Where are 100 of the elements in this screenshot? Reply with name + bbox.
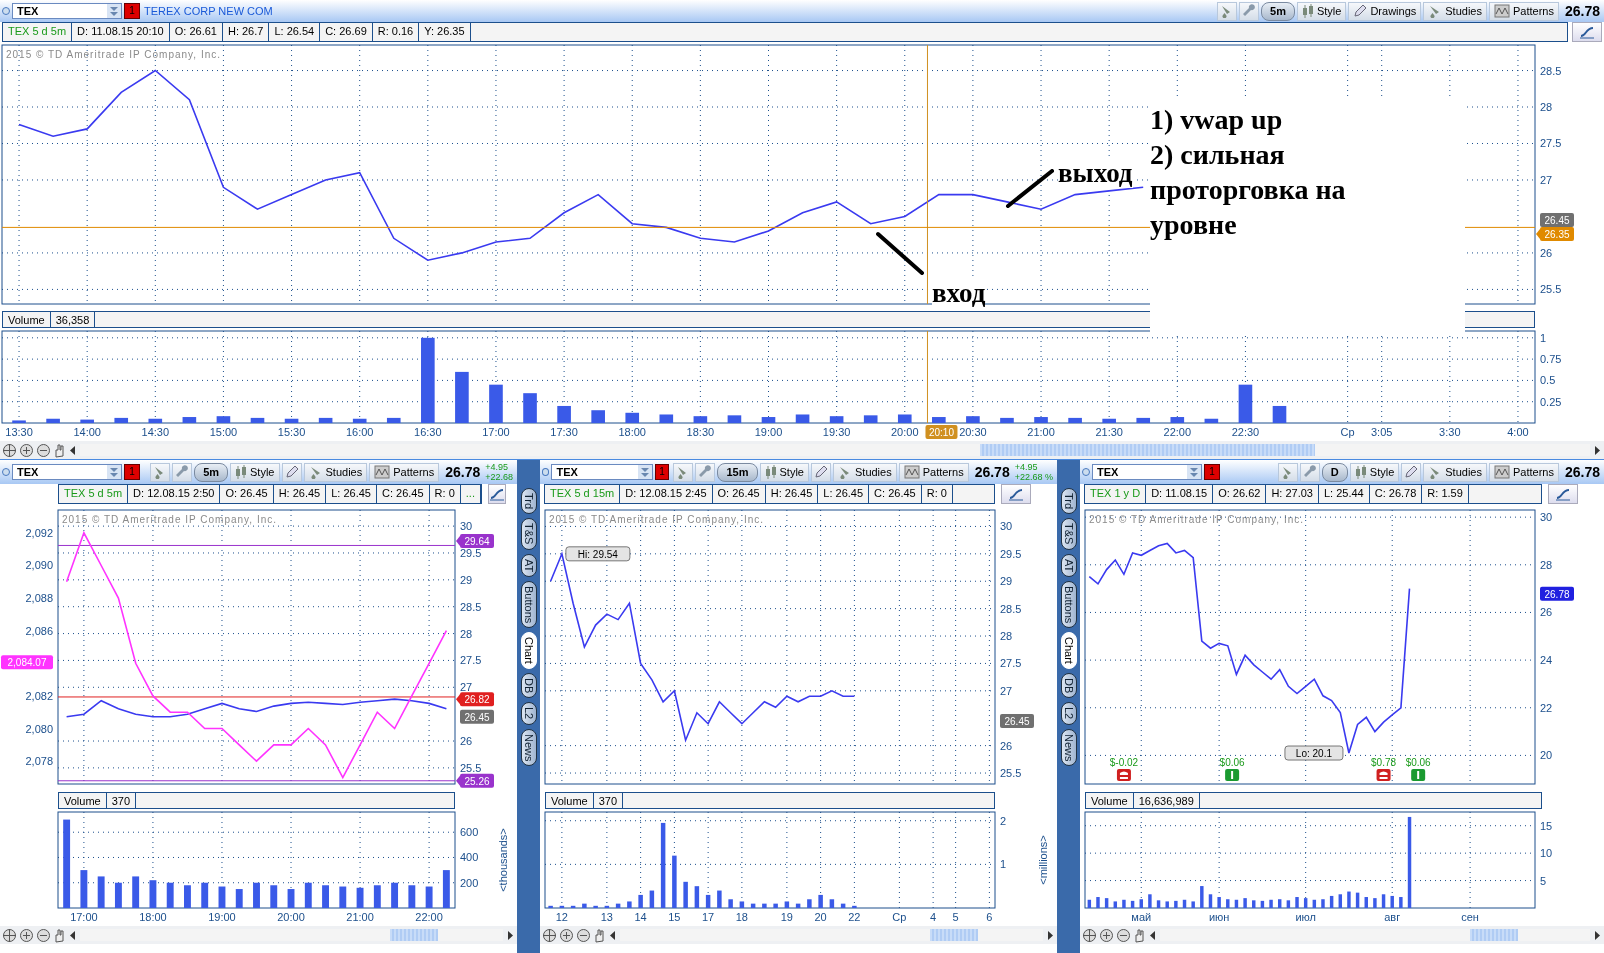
quote-field: Y: 26.35 [419, 22, 471, 42]
side-tab[interactable]: Chart [1060, 632, 1077, 669]
axis-label: 16:30 [414, 426, 442, 438]
axis-label: 0.5 [1540, 374, 1556, 387]
interval-button[interactable]: 15m [717, 462, 758, 482]
axis-label: 22 [848, 911, 861, 923]
axis-label: 13 [600, 911, 613, 923]
last-price: 26.78 [974, 464, 1010, 480]
style-button[interactable]: Style [1349, 462, 1400, 482]
symbol-field[interactable]: TEX [1092, 464, 1202, 480]
interval-button[interactable]: D [1321, 462, 1348, 482]
axis-label: 28 [460, 627, 473, 640]
volume-label: Volume [1085, 792, 1134, 809]
axis-label: 18 [735, 911, 748, 923]
axis-label: 0.25 [1540, 395, 1562, 408]
symbol-field[interactable]: TEX [12, 3, 122, 19]
interval-button[interactable]: 5m [1261, 1, 1295, 21]
side-tab[interactable]: AT [1060, 553, 1077, 577]
axis-label: 29 [460, 573, 473, 586]
link-badge[interactable]: 1 [124, 464, 140, 480]
side-tab[interactable]: L2 [1060, 702, 1077, 725]
interval-button[interactable]: 5m [194, 462, 229, 482]
symbol-field[interactable]: TEX [12, 464, 122, 480]
note-line: проторговка на [1150, 173, 1346, 207]
quote-field: H: 27.03 [1266, 484, 1319, 504]
axis-label: 28 [1540, 101, 1553, 113]
quote-field: C: 26.78 [1369, 484, 1423, 504]
volume-label: Volume [545, 792, 594, 809]
style-button[interactable]: Style [230, 462, 280, 482]
side-tab[interactable]: Buttons [1060, 580, 1077, 629]
axis-label: 15 [1540, 819, 1553, 832]
studies-button[interactable]: Studies [1423, 462, 1487, 482]
exit-label: выход [1058, 158, 1133, 188]
link-badge[interactable]: 1 [654, 464, 670, 480]
axis-label: 1 [1000, 858, 1007, 871]
axis-label: 22:00 [415, 911, 443, 923]
axis-label: 20:30 [959, 426, 987, 438]
axis-label: 4 [930, 911, 937, 923]
axis-label: 25.5 [1540, 283, 1562, 296]
studies-button[interactable]: Studies [303, 462, 368, 482]
link-badge[interactable]: 1 [1204, 464, 1220, 480]
axis-label: 27.5 [1000, 657, 1022, 670]
axis-label: 27 [1000, 684, 1013, 697]
axis-label: 29 [1000, 575, 1013, 588]
studies-button[interactable]: Studies [1423, 1, 1487, 21]
price-callout: Lo: 20.1 [1284, 745, 1344, 761]
style-button[interactable]: Style [759, 462, 809, 482]
quote-field: C: 26.45 [869, 484, 922, 504]
patterns-button[interactable]: Patterns [1489, 1, 1559, 21]
style-button[interactable]: Style [1296, 1, 1347, 21]
side-tab[interactable]: T&S [1060, 518, 1077, 550]
axis-label: 19:30 [822, 426, 851, 438]
quote-field: L: 26.45 [818, 484, 870, 504]
axis-label: май [1131, 911, 1152, 923]
side-tab[interactable]: News [1060, 728, 1077, 766]
side-tab[interactable]: Chart [520, 632, 537, 669]
watermark: 2015 © TD Ameritrade IP Company, Inc. [1089, 514, 1304, 525]
axis-label: 2,090 [25, 559, 53, 572]
quote-field: L: 26.45 [326, 484, 377, 504]
axis-label: 4:00 [1507, 426, 1529, 438]
side-tab[interactable]: Trd [520, 488, 537, 515]
axis-label: 13:30 [5, 426, 33, 438]
price-tag: 26.45 [1000, 714, 1034, 728]
side-tab[interactable]: T&S [520, 518, 537, 550]
axis-label: 5 [1540, 874, 1547, 887]
symbol-field[interactable]: TEX [551, 464, 653, 480]
axis-label: 26 [1540, 606, 1553, 619]
axis-label: 28.5 [1000, 602, 1022, 615]
patterns-button[interactable]: Patterns [1489, 462, 1559, 482]
link-badge[interactable]: 1 [124, 3, 140, 19]
studies-button[interactable]: Studies [833, 462, 897, 482]
side-tab[interactable]: DB [1060, 672, 1077, 699]
axis-label: 2,078 [25, 755, 53, 768]
axis-label: 18:00 [139, 911, 167, 923]
quote-field: TEX 5 d 15m [544, 484, 621, 504]
company-link[interactable]: TEREX CORP NEW COM [144, 5, 273, 17]
axis-label: 28 [1000, 630, 1013, 643]
quote-field: L: 26.54 [269, 22, 321, 42]
axis-label: 27 [1540, 173, 1553, 186]
side-tab[interactable]: News [520, 728, 537, 766]
axis-label: авг [1384, 911, 1401, 923]
patterns-button[interactable]: Patterns [369, 462, 440, 482]
volume-value: 16,636,989 [1133, 792, 1200, 809]
quote-field: D: 11.08.15 [1146, 484, 1214, 504]
watermark: 2015 © TD Ameritrade IP Company, Inc. [6, 49, 221, 60]
axis-label: 1 [1540, 331, 1547, 344]
patterns-button[interactable]: Patterns [898, 462, 969, 482]
side-tab[interactable]: AT [520, 553, 537, 577]
quote-field: D: 12.08.15 2:45 [620, 484, 713, 504]
axis-label: 25.5 [460, 761, 482, 774]
quote-field: O: 26.61 [169, 22, 223, 42]
watermark: 2015 © TD Ameritrade IP Company, Inc. [62, 514, 277, 525]
side-tab[interactable]: DB [520, 672, 537, 699]
axis-label: 2,088 [25, 592, 53, 605]
axis-label: 26 [1000, 739, 1013, 752]
drawings-button[interactable]: Drawings [1348, 1, 1422, 21]
side-tab[interactable]: Buttons [520, 580, 537, 629]
side-tab[interactable]: L2 [520, 702, 537, 725]
side-tab[interactable]: Trd [1060, 488, 1077, 515]
axis-label: 400 [460, 851, 479, 864]
